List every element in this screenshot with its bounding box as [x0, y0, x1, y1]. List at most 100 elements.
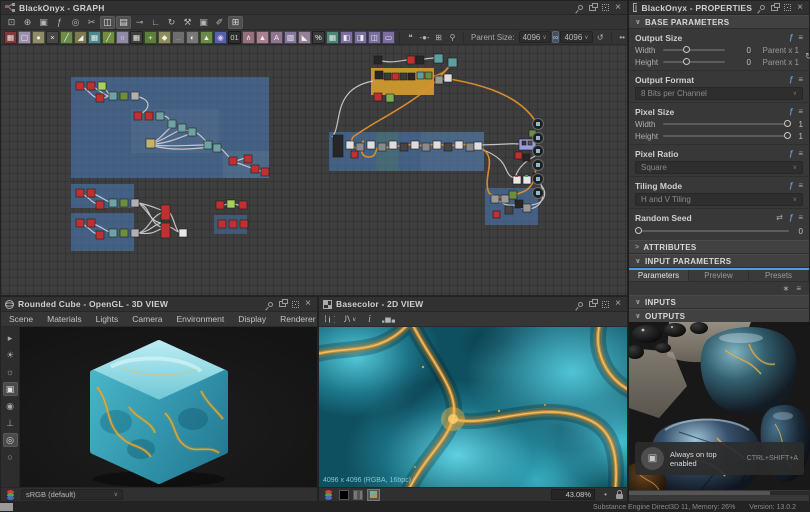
close-panel-icon[interactable]: ×	[615, 3, 621, 13]
pin-panel-icon[interactable]	[577, 300, 584, 307]
image-display-icon[interactable]	[367, 489, 380, 501]
uv-mode-dropdown[interactable]: UV ∨	[344, 313, 357, 326]
pin-panel-icon[interactable]	[577, 4, 584, 11]
outputs-header[interactable]: ∨ OUTPUTS	[629, 309, 809, 323]
directional-warp-node-icon[interactable]: ╱	[102, 31, 115, 44]
clean-graph-icon[interactable]: ✐	[212, 16, 227, 29]
close-panel-icon[interactable]: ×	[797, 3, 803, 13]
svg-node-icon[interactable]: ▢	[18, 31, 31, 44]
frame-tool-icon[interactable]: ⊞	[432, 31, 445, 44]
bitmap-node-icon[interactable]: ▦	[4, 31, 17, 44]
output-height-slider[interactable]	[663, 61, 725, 63]
menu-icon[interactable]: ≡	[798, 33, 803, 42]
pan-tool-icon[interactable]: ⊕	[20, 16, 35, 29]
view3d-menubar-4[interactable]: Environment	[177, 314, 225, 324]
blend-switch-node-icon[interactable]: ▭	[382, 31, 395, 44]
parent-size-height-dropdown[interactable]: 4096 ∨	[560, 31, 592, 43]
presets-menu-icon[interactable]: ≡	[796, 284, 801, 293]
float-panel-icon[interactable]	[771, 5, 778, 11]
menu-icon[interactable]: ≡	[798, 149, 803, 158]
float-panel-icon[interactable]	[279, 301, 286, 307]
view3d-menubar-5[interactable]: Display	[238, 314, 266, 324]
info-icon[interactable]: i	[363, 313, 376, 326]
shape-node-icon[interactable]: ○	[116, 31, 129, 44]
pin-panel-icon[interactable]	[267, 300, 274, 307]
maximize-panel-icon[interactable]	[784, 4, 791, 11]
tools-icon[interactable]: ⚒	[180, 16, 195, 29]
node-function-icon[interactable]: ƒ	[52, 16, 67, 29]
uniform-color-node-icon[interactable]: 01	[228, 31, 241, 44]
view3d-menubar-0[interactable]: Scene	[9, 314, 33, 324]
output-format-dropdown[interactable]: 8 Bits per Channel ∨	[635, 87, 803, 100]
axis-gizmo-icon[interactable]: ⊥	[3, 416, 18, 430]
function-icon[interactable]: ƒ	[789, 213, 793, 222]
pin-panel-icon[interactable]	[759, 4, 766, 11]
comment-icon[interactable]: ❝	[404, 31, 417, 44]
search-icon[interactable]: ◎	[68, 16, 83, 29]
viewport-3d[interactable]	[1, 327, 317, 487]
colorspace-dropdown[interactable]: sRGB (default) ∨	[21, 489, 123, 500]
horizontal-scrollbar[interactable]	[629, 491, 810, 495]
pixel-height-slider[interactable]	[663, 135, 789, 137]
sync-size-icon[interactable]: ↻	[805, 44, 810, 68]
levels-node-icon[interactable]: ▲	[200, 31, 213, 44]
maximize-panel-icon[interactable]	[292, 301, 299, 308]
directional-blur-node-icon[interactable]: ◢	[74, 31, 87, 44]
hsl-node-icon[interactable]: ◉	[214, 31, 227, 44]
tile-sampler-node-icon[interactable]: ▦	[130, 31, 143, 44]
camera-display-icon[interactable]: ▸	[3, 331, 18, 345]
view3d-menubar-3[interactable]: Camera	[132, 314, 162, 324]
frame-capture-icon[interactable]: ▣	[196, 16, 211, 29]
fx-map-node-icon[interactable]: ∧	[242, 31, 255, 44]
histogram-icon[interactable]: ▂▅▃	[382, 313, 395, 326]
reset-size-icon[interactable]: ↺	[594, 31, 607, 44]
curve-node-icon[interactable]: ╱	[60, 31, 73, 44]
screenshot-icon[interactable]: ▣	[36, 16, 51, 29]
menu-icon[interactable]: ≡	[798, 75, 803, 84]
menu-icon[interactable]: ≡	[798, 213, 803, 222]
transform-node-icon[interactable]: ▦	[88, 31, 101, 44]
function-icon[interactable]: ƒ	[789, 149, 793, 158]
close-panel-icon[interactable]: ×	[305, 299, 311, 309]
splatter-node-icon[interactable]: +	[144, 31, 157, 44]
view3d-menubar-6[interactable]: Renderer	[280, 314, 315, 324]
resize-grip[interactable]	[0, 503, 13, 511]
function-icon[interactable]: ƒ	[789, 107, 793, 116]
function-icon[interactable]: ƒ	[789, 181, 793, 190]
view3d-menubar-2[interactable]: Lights	[96, 314, 119, 324]
channel-shuffle-node-icon[interactable]: ×	[46, 31, 59, 44]
base-parameters-header[interactable]: ∨ BASE PARAMETERS	[629, 15, 809, 29]
paint-node-icon[interactable]: ◆	[158, 31, 171, 44]
input-parameters-header[interactable]: ∨ INPUT PARAMETERS	[629, 254, 809, 268]
node-graph-canvas[interactable]	[1, 45, 627, 295]
blend-add-node-icon[interactable]: ◨	[354, 31, 367, 44]
live-compute-icon[interactable]: ↻	[164, 16, 179, 29]
link-create-icon[interactable]: ⊸	[132, 16, 147, 29]
menu-icon[interactable]: ≡	[798, 107, 803, 116]
dot-node-icon[interactable]: -●-	[418, 31, 431, 44]
input-parameters-tabs-0[interactable]: Parameters	[629, 270, 689, 281]
thumbnails-view-icon[interactable]: ▤	[116, 16, 131, 29]
shuffle-icon[interactable]: ⇄	[776, 213, 783, 222]
parent-size-width-dropdown[interactable]: 4096 ∨	[519, 31, 551, 43]
pin-comment-icon[interactable]: ⚲	[446, 31, 459, 44]
geometry-icon[interactable]: ○	[3, 450, 18, 464]
viewport-2d[interactable]: 4096 x 4096 (RGBA, 16bpc)	[319, 327, 627, 487]
pixel-ratio-dropdown[interactable]: Square ∨	[635, 161, 803, 174]
link-elbow-icon[interactable]: ∟	[148, 16, 163, 29]
selection-node-icon[interactable]: ▧	[284, 31, 297, 44]
background-swatch[interactable]	[339, 490, 349, 500]
lock-zoom-icon[interactable]	[616, 494, 623, 499]
settings-gear-icon[interactable]: ∗	[783, 284, 790, 293]
screenshot-icon[interactable]: ▣	[3, 382, 18, 396]
snap-grid-icon[interactable]: ⊞	[228, 16, 243, 29]
flood-fill-node-icon[interactable]: ◣	[298, 31, 311, 44]
maximize-panel-icon[interactable]	[602, 301, 609, 308]
gradient-node-icon[interactable]: ◐	[186, 31, 199, 44]
tiling-swatch[interactable]	[353, 490, 363, 500]
input-parameters-tabs-1[interactable]: Preview	[689, 270, 749, 281]
graph-view-icon[interactable]: ◫	[100, 16, 115, 29]
function-icon[interactable]: ƒ	[789, 75, 793, 84]
fit-view-icon[interactable]: ⊡	[4, 16, 19, 29]
menu-icon[interactable]: ≡	[798, 181, 803, 190]
